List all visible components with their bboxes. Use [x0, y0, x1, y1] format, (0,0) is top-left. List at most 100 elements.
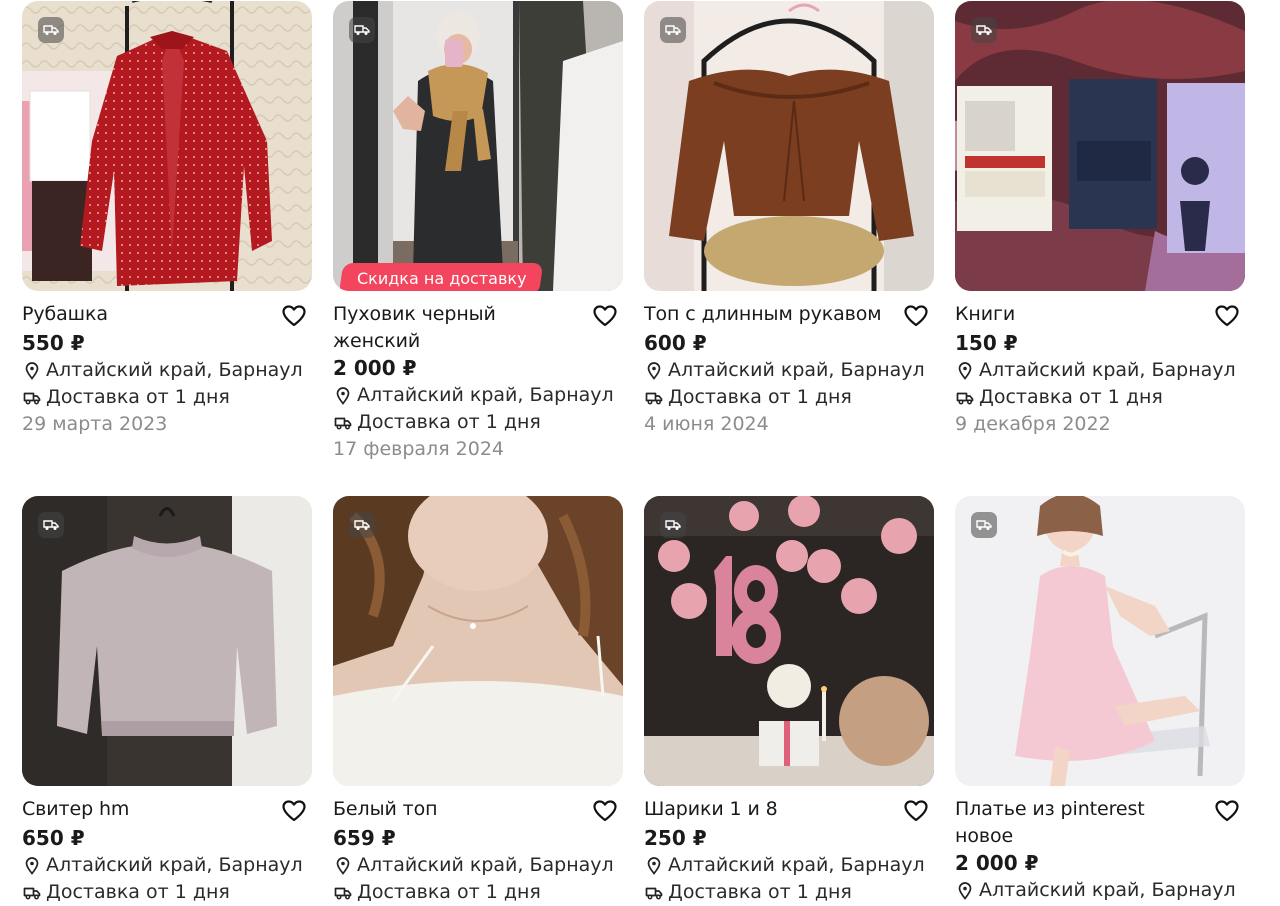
heart-outline-icon[interactable]	[591, 302, 619, 330]
heart-outline-icon[interactable]	[1213, 302, 1241, 330]
listing-photo[interactable]	[644, 496, 934, 786]
truck-icon	[971, 512, 997, 538]
listing-card[interactable]: Шарики 1 и 8 250 ₽ Алтайский край, Барна…	[644, 496, 934, 906]
listing-title[interactable]: Пуховик черный женский	[333, 301, 573, 355]
listing-photo[interactable]	[955, 1, 1245, 291]
map-pin-icon	[333, 386, 353, 406]
listing-title[interactable]: Свитер hm	[22, 796, 129, 823]
truck-icon	[349, 17, 375, 43]
listing-date: 29 марта 2023	[22, 413, 168, 435]
dress-photo	[955, 496, 1245, 786]
listing-delivery: Доставка от 1 дня	[955, 384, 1245, 411]
white-top-photo	[333, 496, 623, 786]
location-text: Алтайский край, Барнаул	[357, 854, 614, 876]
top-photo	[644, 1, 934, 291]
listing-photo[interactable]: Скидка на доставку	[333, 1, 623, 291]
truck-icon	[955, 388, 975, 408]
delivery-text: Доставка от 1 дня	[357, 881, 541, 903]
delivery-text: Доставка от 1 дня	[979, 386, 1163, 408]
listing-card[interactable]: Книги 150 ₽ Алтайский край, Барнаул Дост…	[955, 1, 1245, 438]
map-pin-icon	[22, 361, 42, 381]
truck-icon	[333, 413, 353, 433]
listing-title[interactable]: Шарики 1 и 8	[644, 796, 778, 823]
listing-delivery: Доставка от 1 дня	[644, 384, 934, 411]
map-pin-icon	[644, 361, 664, 381]
location-text: Алтайский край, Барнаул	[357, 384, 614, 406]
truck-icon	[38, 17, 64, 43]
listing-photo[interactable]	[333, 496, 623, 786]
map-pin-icon	[333, 856, 353, 876]
listing-location: Алтайский край, Барнаул	[955, 357, 1245, 384]
location-text: Алтайский край, Барнаул	[46, 359, 303, 381]
delivery-text: Доставка от 1 дня	[668, 386, 852, 408]
listing-delivery: Доставка от 1 дня	[22, 879, 312, 906]
listing-title[interactable]: Книги	[955, 301, 1015, 328]
map-pin-icon	[955, 361, 975, 381]
shirt-photo	[22, 1, 312, 291]
listing-location: Алтайский край, Барнаул	[333, 852, 623, 879]
truck-icon	[660, 512, 686, 538]
delivery-text: Доставка от 1 дня	[46, 881, 230, 903]
location-text: Алтайский край, Барнаул	[979, 359, 1236, 381]
location-text: Алтайский край, Барнаул	[668, 854, 925, 876]
listing-date: 9 декабря 2022	[955, 413, 1111, 435]
listing-location: Алтайский край, Барнаул	[955, 877, 1245, 904]
listing-card[interactable]: Скидка на доставку Пуховик черный женски…	[333, 1, 623, 463]
truck-icon	[22, 388, 42, 408]
listing-photo[interactable]	[22, 1, 312, 291]
listing-price: 659 ₽	[333, 826, 396, 850]
listing-card[interactable]: Белый топ 659 ₽ Алтайский край, Барнаул …	[333, 496, 623, 906]
map-pin-icon	[955, 881, 975, 901]
heart-outline-icon[interactable]	[591, 797, 619, 825]
listing-delivery: Доставка от 1 дня	[333, 409, 623, 436]
listing-title[interactable]: Платье из pinterest новое	[955, 796, 1195, 850]
listing-location: Алтайский край, Барнаул	[644, 357, 934, 384]
listing-location: Алтайский край, Барнаул	[22, 852, 312, 879]
listing-date: 17 февраля 2024	[333, 438, 505, 460]
heart-outline-icon[interactable]	[1213, 797, 1241, 825]
heart-outline-icon[interactable]	[280, 302, 308, 330]
truck-icon	[660, 17, 686, 43]
location-text: Алтайский край, Барнаул	[979, 879, 1236, 901]
truck-icon	[38, 512, 64, 538]
listing-title[interactable]: Белый топ	[333, 796, 438, 823]
listing-delivery: Доставка от 1 дня	[22, 384, 312, 411]
listing-location: Алтайский край, Барнаул	[644, 852, 934, 879]
listing-title[interactable]: Топ с длинным рукавом	[644, 301, 882, 328]
map-pin-icon	[22, 856, 42, 876]
heart-outline-icon[interactable]	[902, 797, 930, 825]
promo-badge: Скидка на доставку	[338, 263, 543, 291]
listing-delivery: Доставка от 1 дня	[333, 879, 623, 906]
listing-card[interactable]: Свитер hm 650 ₽ Алтайский край, Барнаул …	[22, 496, 312, 906]
truck-icon	[22, 883, 42, 903]
listing-card[interactable]: Рубашка 550 ₽ Алтайский край, Барнаул До…	[22, 1, 312, 438]
listing-photo[interactable]	[955, 496, 1245, 786]
listing-price: 650 ₽	[22, 826, 85, 850]
delivery-text: Доставка от 1 дня	[46, 386, 230, 408]
listing-photo[interactable]	[22, 496, 312, 786]
heart-outline-icon[interactable]	[280, 797, 308, 825]
listing-card[interactable]: Топ с длинным рукавом 600 ₽ Алтайский кр…	[644, 1, 934, 438]
listing-photo[interactable]	[644, 1, 934, 291]
listing-location: Алтайский край, Барнаул	[333, 382, 623, 409]
listing-price: 600 ₽	[644, 331, 707, 355]
location-text: Алтайский край, Барнаул	[46, 854, 303, 876]
map-pin-icon	[644, 856, 664, 876]
listing-title[interactable]: Рубашка	[22, 301, 108, 328]
listing-delivery: Доставка от 1 дня	[644, 879, 934, 906]
listing-card[interactable]: Платье из pinterest новое 2 000 ₽ Алтайс…	[955, 496, 1245, 904]
balloons-photo	[644, 496, 934, 786]
truck-icon	[349, 512, 375, 538]
heart-outline-icon[interactable]	[902, 302, 930, 330]
truck-icon	[333, 883, 353, 903]
listing-grid: Рубашка 550 ₽ Алтайский край, Барнаул До…	[0, 0, 1280, 903]
listing-price: 2 000 ₽	[955, 851, 1039, 875]
truck-icon	[971, 17, 997, 43]
truck-icon	[644, 883, 664, 903]
truck-icon	[644, 388, 664, 408]
location-text: Алтайский край, Барнаул	[668, 359, 925, 381]
sweater-photo	[22, 496, 312, 786]
listing-price: 2 000 ₽	[333, 356, 417, 380]
listing-location: Алтайский край, Барнаул	[22, 357, 312, 384]
listing-price: 550 ₽	[22, 331, 85, 355]
